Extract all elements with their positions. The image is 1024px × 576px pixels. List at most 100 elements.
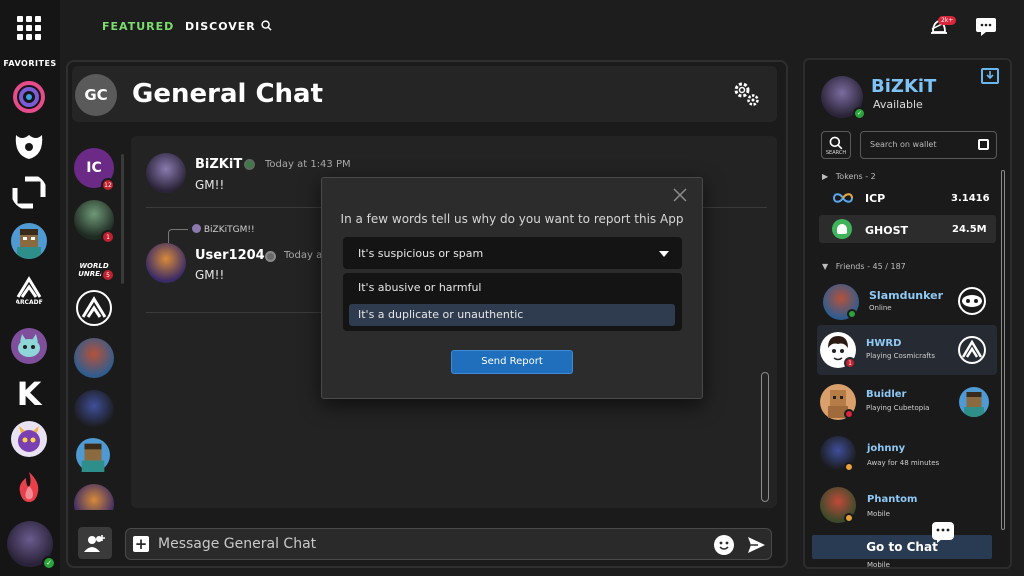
author-status-icon bbox=[265, 251, 276, 262]
friend-status: Away for 48 minutes bbox=[867, 459, 940, 467]
messages-icon[interactable] bbox=[975, 16, 997, 38]
arcade-app-icon[interactable]: ARCADE bbox=[11, 272, 47, 308]
search-icon bbox=[260, 20, 272, 31]
friend-status: Playing Cosmicrafts bbox=[866, 352, 935, 360]
friends-label: Friends - 45 / 187 bbox=[835, 262, 906, 271]
wallet-icon bbox=[978, 139, 989, 150]
cubetopia-game-icon bbox=[959, 387, 989, 417]
chat-settings-gear-icon[interactable] bbox=[731, 79, 761, 109]
notification-badge: 2k+ bbox=[938, 16, 957, 25]
friend-status: Mobile bbox=[867, 510, 890, 518]
member-unread-badge: 5 bbox=[101, 268, 115, 282]
friend-name: HWRD bbox=[866, 338, 902, 349]
profile-scrollbar[interactable] bbox=[1001, 170, 1005, 530]
member-avatar[interactable] bbox=[74, 288, 114, 328]
download-icon[interactable] bbox=[981, 68, 999, 84]
friends-section-header[interactable]: ▼ Friends - 45 / 187 bbox=[822, 262, 906, 271]
add-friends-button[interactable] bbox=[78, 527, 112, 559]
ghost-token-icon bbox=[832, 219, 852, 239]
member-avatar[interactable] bbox=[74, 338, 114, 378]
profile-status[interactable]: Available bbox=[873, 98, 923, 111]
reply-avatar bbox=[192, 224, 201, 233]
friend-away-icon bbox=[844, 513, 854, 523]
member-unread-badge: 12 bbox=[101, 178, 115, 192]
message-author[interactable]: BiZKiT bbox=[195, 157, 242, 172]
favorites-rail: FAVORITES ARCADE K ✓ bbox=[0, 0, 60, 576]
online-status-icon: ✓ bbox=[853, 107, 866, 120]
member-avatar[interactable] bbox=[74, 484, 114, 510]
friend-unread-badge: 1 bbox=[844, 357, 856, 369]
go-to-chat-button[interactable]: Go to Chat bbox=[812, 535, 992, 559]
member-avatar[interactable] bbox=[74, 390, 114, 430]
attach-plus-icon[interactable]: + bbox=[133, 536, 149, 552]
chat-members-list: IC 12 1 WORLD UNREAL 5 bbox=[72, 140, 124, 510]
members-scrollbar[interactable] bbox=[121, 154, 124, 284]
report-option[interactable]: It's abusive or harmful bbox=[349, 277, 675, 299]
token-value: 24.5M bbox=[952, 224, 987, 235]
chat-avatar: GC bbox=[75, 74, 117, 116]
wallet-search-placeholder: Search on wallet bbox=[870, 140, 937, 149]
arcade-logo-icon bbox=[76, 290, 112, 326]
nav-discover[interactable]: DISCOVER bbox=[185, 20, 272, 33]
chevron-down-icon bbox=[659, 251, 669, 257]
message-timestamp: Today at 1:43 PM bbox=[265, 159, 351, 170]
cosmicrafts-game-icon bbox=[957, 335, 987, 365]
blocky-avatar-app-icon[interactable] bbox=[11, 223, 47, 259]
member-unread-badge: 1 bbox=[101, 230, 115, 244]
apps-grid-icon[interactable] bbox=[17, 16, 41, 40]
friend-name: Slamdunker bbox=[869, 289, 944, 302]
flame-app-icon[interactable] bbox=[11, 126, 47, 162]
app-root: FAVORITES ARCADE K ✓ FEATURED DISCOVER 2… bbox=[0, 0, 1024, 576]
reply-connector bbox=[168, 229, 188, 243]
send-icon[interactable] bbox=[746, 535, 766, 555]
message-input-placeholder[interactable]: Message General Chat bbox=[158, 536, 316, 552]
token-symbol: GHOST bbox=[865, 224, 909, 237]
friend-online-icon bbox=[847, 309, 857, 319]
message-author[interactable]: User1204 bbox=[195, 248, 265, 263]
search-button-label: SEARCH bbox=[825, 150, 847, 156]
nav-featured[interactable]: FEATURED bbox=[102, 20, 174, 33]
messages-scrollbar[interactable] bbox=[761, 372, 769, 502]
friend-name: Buidler bbox=[866, 389, 907, 400]
message-text: GM!! bbox=[195, 268, 225, 282]
message-author-avatar[interactable] bbox=[146, 153, 186, 193]
token-value: 3.1416 bbox=[951, 193, 990, 204]
message-divider bbox=[146, 312, 322, 313]
search-icon bbox=[829, 136, 843, 150]
arcade-label: ARCADE bbox=[15, 298, 43, 306]
reply-author: BiZKiT bbox=[203, 225, 233, 235]
k-app-icon[interactable]: K bbox=[11, 376, 47, 412]
emoji-icon[interactable] bbox=[714, 535, 734, 555]
chat-bubble-icon bbox=[932, 522, 954, 543]
friend-status: Online bbox=[869, 304, 892, 312]
reply-text: GM!! bbox=[232, 225, 255, 235]
tokens-section-header[interactable]: ▶ Tokens - 2 bbox=[822, 172, 876, 181]
bracket-app-icon[interactable] bbox=[11, 174, 47, 210]
message-text: GM!! bbox=[195, 178, 225, 192]
favorites-label: FAVORITES bbox=[3, 59, 57, 68]
member-avatar[interactable] bbox=[76, 438, 110, 472]
online-status-icon: ✓ bbox=[42, 556, 56, 570]
friend-name: Phantom bbox=[867, 494, 918, 505]
message-author-avatar[interactable] bbox=[146, 243, 186, 283]
friend-name: johnny bbox=[867, 443, 906, 454]
tokens-label: Tokens - 2 bbox=[835, 172, 876, 181]
report-question: In a few words tell us why do you want t… bbox=[340, 212, 684, 226]
send-report-button[interactable]: Send Report bbox=[451, 350, 573, 374]
purple-creature-app-icon[interactable] bbox=[11, 421, 47, 457]
cat-app-icon[interactable] bbox=[11, 328, 47, 364]
chat-title: General Chat bbox=[132, 79, 324, 109]
friend-status: Playing Cubetopia bbox=[866, 404, 930, 412]
close-icon[interactable] bbox=[673, 187, 687, 202]
reply-reference[interactable]: BiZKiTGM!! bbox=[192, 224, 255, 235]
profile-name: BiZKiT bbox=[871, 76, 937, 97]
report-option-highlighted[interactable]: It's a duplicate or unauthentic bbox=[349, 304, 675, 326]
icp-infinity-icon bbox=[832, 193, 854, 203]
member-initials: IC bbox=[86, 160, 102, 176]
friend-away-icon bbox=[844, 462, 854, 472]
ring-app-icon[interactable] bbox=[11, 79, 47, 115]
token-symbol: ICP bbox=[865, 192, 886, 205]
fire-app-icon[interactable] bbox=[11, 469, 47, 505]
report-reason-selected: It's suspicious or spam bbox=[358, 247, 484, 260]
add-users-icon bbox=[84, 535, 105, 552]
